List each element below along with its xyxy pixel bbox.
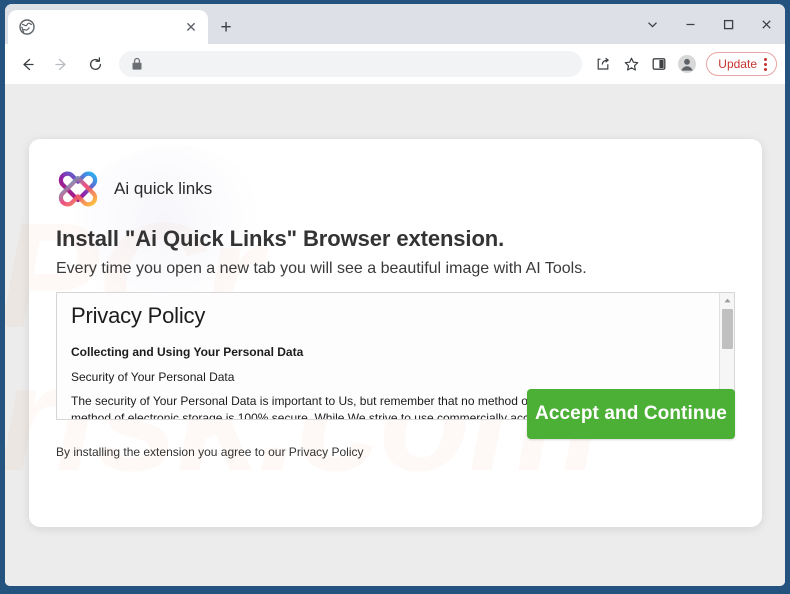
globe-icon bbox=[19, 19, 35, 35]
page-viewport: PCr risk.com PCr risk.com bbox=[5, 84, 785, 586]
accept-and-continue-button[interactable]: Accept and Continue bbox=[527, 389, 735, 439]
maximize-icon[interactable] bbox=[709, 5, 747, 43]
side-panel-icon[interactable] bbox=[646, 51, 672, 77]
ai-quick-links-logo-icon bbox=[58, 171, 98, 207]
browser-window: ✕ + Update Ai quick links Install "Ai Qu… bbox=[5, 4, 785, 586]
tab-strip: ✕ + bbox=[5, 4, 785, 44]
share-icon[interactable] bbox=[590, 51, 616, 77]
forward-arrow-icon[interactable] bbox=[47, 50, 75, 78]
profile-avatar-icon[interactable] bbox=[674, 51, 700, 77]
reload-icon[interactable] bbox=[81, 50, 109, 78]
browser-tab[interactable]: ✕ bbox=[8, 10, 208, 44]
brand-name: Ai quick links bbox=[114, 179, 213, 198]
three-dot-menu-icon[interactable] bbox=[764, 57, 767, 71]
tab-close-icon[interactable]: ✕ bbox=[180, 16, 202, 38]
privacy-policy-section-heading: Collecting and Using Your Personal Data bbox=[71, 345, 304, 359]
privacy-policy-title: Privacy Policy bbox=[71, 303, 206, 328]
address-bar[interactable] bbox=[119, 51, 583, 77]
new-tab-button[interactable]: + bbox=[213, 14, 239, 40]
update-button[interactable]: Update bbox=[706, 52, 777, 76]
browser-toolbar: Update bbox=[5, 44, 785, 84]
extension-install-card: PCr risk.com bbox=[29, 139, 762, 527]
desktop-window-frame: ✕ + Update Ai quick links Install "Ai Qu… bbox=[0, 0, 790, 594]
window-controls bbox=[633, 4, 785, 44]
chevron-down-icon[interactable] bbox=[633, 5, 671, 43]
page-subtitle: Every time you open a new tab you will s… bbox=[56, 260, 587, 277]
close-icon[interactable] bbox=[747, 5, 785, 43]
card-footer: Accept and Continue By installing the ex… bbox=[29, 367, 762, 527]
agreement-text: By installing the extension you agree to… bbox=[56, 445, 364, 459]
scrollbar-thumb[interactable] bbox=[722, 309, 733, 349]
page-title: Install "Ai Quick Links" Browser extensi… bbox=[56, 226, 505, 251]
scroll-up-arrow-icon[interactable] bbox=[720, 293, 734, 307]
update-button-label: Update bbox=[718, 57, 757, 71]
lock-icon bbox=[132, 57, 142, 70]
minimize-icon[interactable] bbox=[671, 5, 709, 43]
back-arrow-icon[interactable] bbox=[13, 50, 41, 78]
star-icon[interactable] bbox=[618, 51, 644, 77]
brand-row: Ai quick links bbox=[56, 165, 735, 213]
